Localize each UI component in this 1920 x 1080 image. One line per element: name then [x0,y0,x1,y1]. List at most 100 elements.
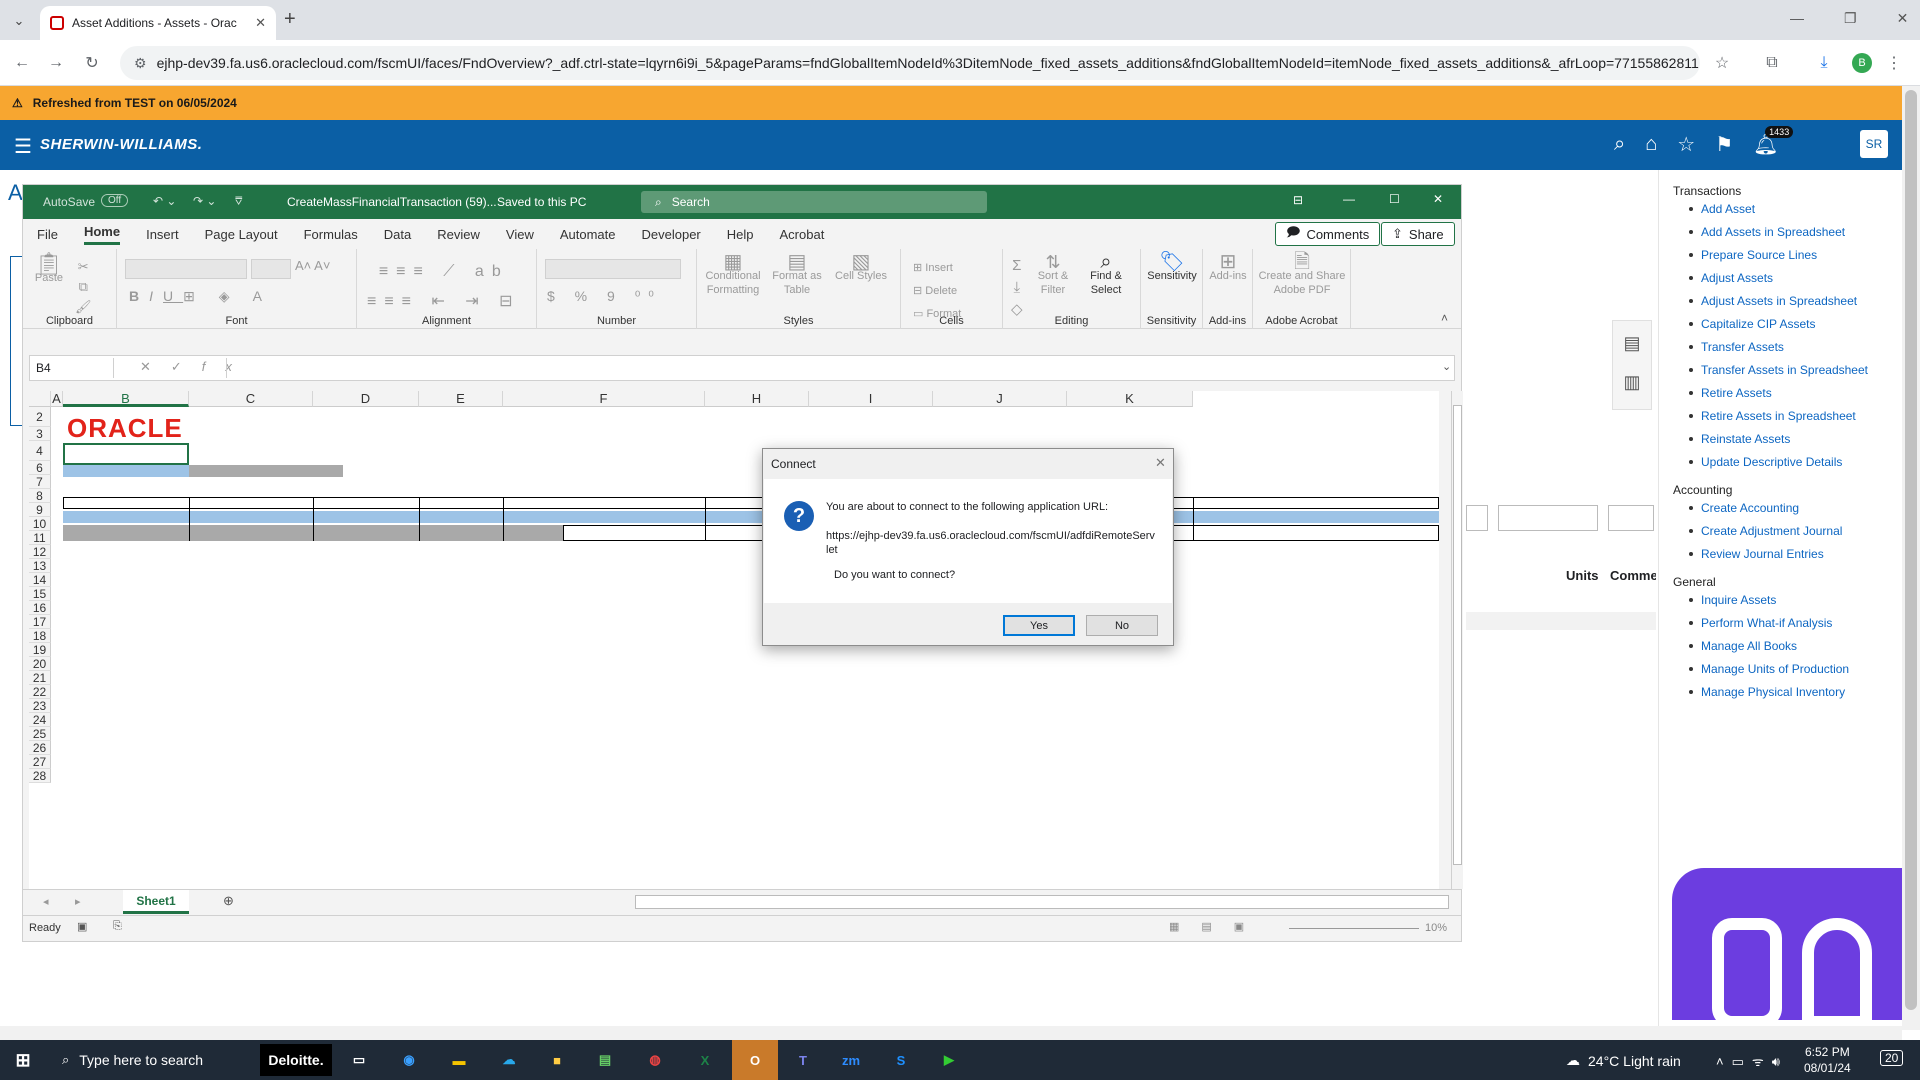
row-header[interactable]: 14 [29,573,51,587]
field-box[interactable] [1498,505,1598,531]
onedrive-icon[interactable]: ☁ [494,1046,524,1074]
spreadsheet-grid[interactable]: ABCDEFHIJK 2 3 4 6 7 8 9 10 11 12 13 14 15 16 17 18 19 20… [29,391,1463,889]
column-header[interactable]: H [705,391,809,407]
task-link[interactable]: Capitalize CIP Assets [1689,317,1902,331]
clock[interactable]: 6:52 PM 08/01/24 [1804,1044,1851,1076]
sensitivity-button[interactable]: 🏷︎ Sensitivity [1145,252,1199,283]
paste-button[interactable]: 📋︎ Paste [33,253,65,285]
zoom-app-icon[interactable]: zm [836,1046,866,1074]
row-header[interactable]: 6 [29,461,51,475]
close-window-icon[interactable]: ✕ [1897,10,1909,27]
task-link[interactable]: Retire Assets [1689,386,1902,400]
forward-icon[interactable]: → [42,49,70,77]
field-box[interactable] [1608,505,1654,531]
row-header[interactable]: 25 [29,727,51,741]
ribbon-tab[interactable]: Review [437,227,480,242]
editing-tools[interactable]: Σ ⤓ ◇ [1011,255,1023,321]
ribbon-tab[interactable]: Insert [146,227,179,242]
column-header[interactable]: I [809,391,933,407]
task-link[interactable]: Reinstate Assets [1689,432,1902,446]
field-box[interactable] [1466,505,1488,531]
autosave-toggle[interactable]: Off [101,194,129,207]
comments-button[interactable]: 🗩︎ Comments [1275,222,1381,246]
column-header[interactable]: F [503,391,705,407]
bar-chart-icon[interactable]: ▥ [1623,372,1640,393]
flag-icon[interactable]: ⚑ [1715,132,1733,157]
zoom-level[interactable]: 10% [1425,922,1447,934]
ribbon-tab[interactable]: Acrobat [780,227,825,242]
downloads-icon[interactable]: ⤓ [1810,49,1838,77]
ribbon-tab[interactable]: Automate [560,227,616,242]
media-player-icon[interactable]: ▶ [934,1046,964,1074]
add-sheet-icon[interactable]: ⊕ [223,893,234,909]
customize-toolbar-icon[interactable]: ⩢ [235,194,242,209]
task-link[interactable]: Adjust Assets in Spreadsheet [1689,294,1902,308]
view-mode-icons[interactable]: ▦▤▣ [1169,920,1266,933]
app-s-icon[interactable]: S [886,1046,916,1074]
column-header[interactable]: B [63,391,189,407]
formula-input[interactable] [226,358,1436,378]
browser-tab[interactable]: Asset Additions - Assets - Orac ✕ [40,6,276,40]
task-link[interactable]: Adjust Assets [1689,271,1902,285]
site-settings-icon[interactable]: ⚙ [134,55,147,72]
accessibility-icon[interactable]: ▣ [77,920,87,933]
edge-icon[interactable]: ◉ [394,1046,424,1074]
vertical-scrollbar[interactable] [1451,391,1463,889]
row-header[interactable]: 19 [29,643,51,657]
page-horizontal-scrollbar[interactable] [0,1026,1902,1040]
file-explorer-icon[interactable]: ▬ [444,1046,474,1074]
row-header[interactable]: 8 [29,489,51,503]
hamburger-menu-icon[interactable]: ☰ [14,134,32,159]
task-view-icon[interactable]: ▭ [344,1046,374,1074]
notepad-icon[interactable]: ▤ [590,1046,620,1074]
conditional-formatting-button[interactable]: ▦ Conditional Formatting [703,252,763,297]
expand-formula-icon[interactable]: ⌄ [1442,360,1451,373]
row-header[interactable]: 21 [29,671,51,685]
task-link[interactable]: Retire Assets in Spreadsheet [1689,409,1902,423]
ribbon-tab[interactable]: View [506,227,534,242]
row-header[interactable]: 16 [29,601,51,615]
addins-button[interactable]: ⊞ Add-ins [1207,252,1249,283]
intellij-icon[interactable]: ■ [542,1046,572,1074]
row-header[interactable]: 3 [29,427,51,441]
home-icon[interactable]: ⌂ [1645,133,1657,156]
excel-taskbar-icon[interactable]: X [690,1046,720,1074]
excel-close-icon[interactable]: ✕ [1433,192,1443,206]
task-link[interactable]: Add Asset [1689,202,1902,216]
browser-menu-icon[interactable]: ⋮ [1880,49,1908,77]
assistant-widget[interactable] [1672,868,1902,1020]
dialog-close-icon[interactable]: ✕ [1155,455,1166,471]
row-header[interactable]: 7 [29,475,51,489]
selected-cell-b4[interactable] [63,443,189,465]
create-pdf-button[interactable]: 🗎︎ Create and Share Adobe PDF [1257,252,1347,297]
ribbon-tab[interactable]: Page Layout [205,227,278,242]
task-link[interactable]: Create Accounting [1689,501,1902,515]
alignment-buttons[interactable]: ≡≡≡ ⟋ ab ≡≡≡ ⇤ ⇥ ⊟ [367,257,521,317]
row-header[interactable]: 2 [29,407,51,427]
teams-icon[interactable]: T [788,1046,818,1074]
ribbon-tab[interactable]: Formulas [304,227,358,242]
favorites-star-icon[interactable]: ☆ [1677,132,1695,157]
new-tab-button[interactable]: + [284,8,296,31]
task-link[interactable]: Perform What-if Analysis [1689,616,1902,630]
page-scrollbar[interactable] [1902,86,1920,1030]
row-header[interactable]: 15 [29,587,51,601]
row-header[interactable]: 23 [29,699,51,713]
collapse-ribbon-icon[interactable]: ˄ [1441,311,1448,325]
row-header[interactable]: 17 [29,615,51,629]
format-as-table-button[interactable]: ▤ Format as Table [767,252,827,297]
font-size-select[interactable] [251,259,291,279]
excel-minimize-icon[interactable]: — [1343,192,1355,206]
notification-center-badge[interactable]: 20 [1880,1050,1904,1066]
back-icon[interactable]: ← [8,49,36,77]
undo-icon[interactable]: ↶ ⌄ [153,194,176,208]
row-header[interactable]: 13 [29,559,51,573]
tab-list-icon[interactable]: ⌄ [8,10,30,32]
sort-filter-button[interactable]: ⇅ Sort & Filter [1033,253,1073,297]
column-header[interactable]: D [313,391,419,407]
task-link[interactable]: Review Journal Entries [1689,547,1902,561]
sheet-tab-sheet1[interactable]: Sheet1 [123,890,189,914]
weather-widget[interactable]: ☁ 24°C Light rain [1566,1052,1681,1069]
profile-avatar[interactable]: B [1852,53,1872,73]
task-link[interactable]: Inquire Assets [1689,593,1902,607]
